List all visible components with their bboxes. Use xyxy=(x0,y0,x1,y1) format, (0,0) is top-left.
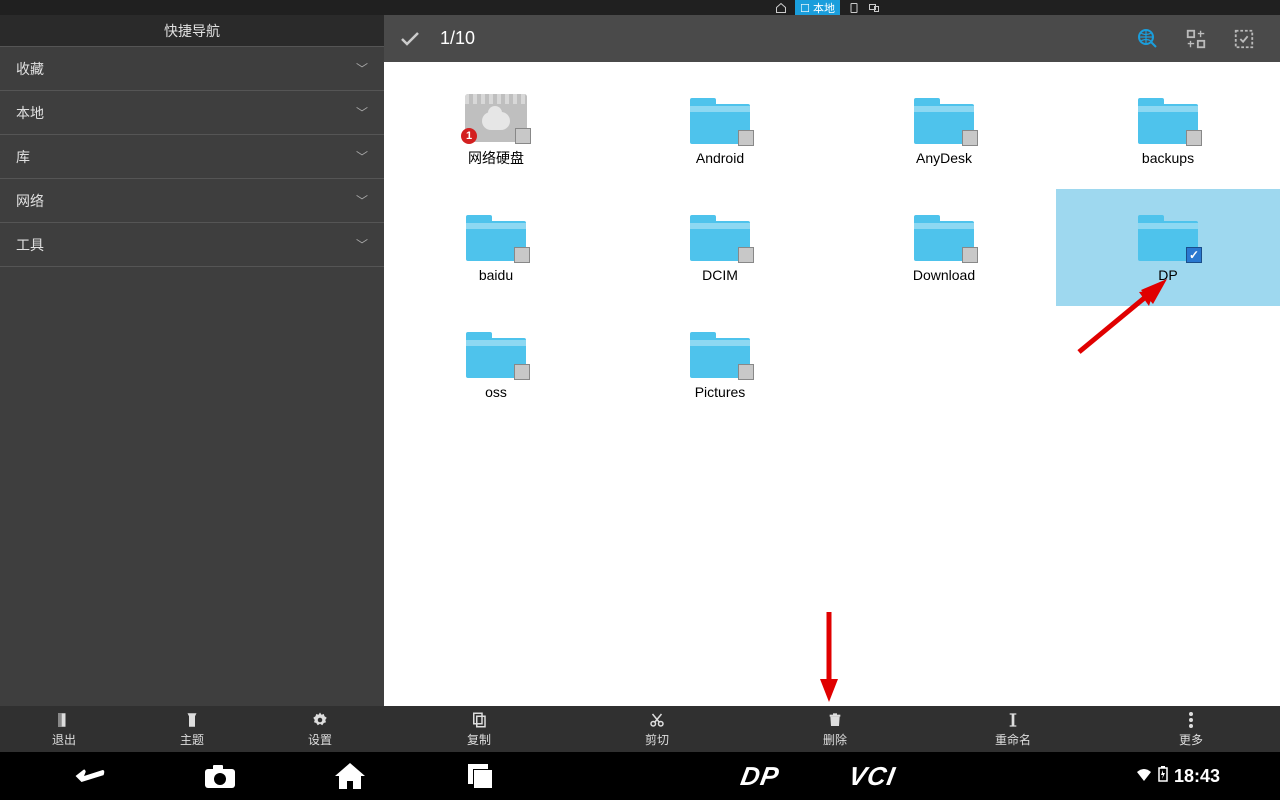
sidebar-item-label: 网络 xyxy=(16,191,44,211)
tool-label: 退出 xyxy=(52,731,76,748)
sidebar-title: 快捷导航 xyxy=(0,15,384,47)
grid-item-label: Pictures xyxy=(695,384,746,400)
tool-more[interactable]: 更多 xyxy=(1102,706,1280,752)
touch-indicator xyxy=(1002,432,1042,472)
nav-recents[interactable] xyxy=(460,756,500,796)
sidebar-item-network[interactable]: 网络 ﹀ xyxy=(0,179,384,223)
grid-item-baidu[interactable]: baidu xyxy=(384,189,608,306)
sidebar: 快捷导航 收藏 ﹀ 本地 ﹀ 库 ﹀ 网络 ﹀ 工具 ﹀ xyxy=(0,15,384,706)
grid-item-label: oss xyxy=(485,384,507,400)
grid-item-label: DCIM xyxy=(702,267,738,283)
folder-icon xyxy=(914,96,974,144)
tool-rename[interactable]: 重命名 xyxy=(924,706,1102,752)
devices-icon xyxy=(868,2,880,14)
exit-icon xyxy=(55,711,73,729)
nav-back[interactable] xyxy=(70,756,110,796)
nav-home[interactable] xyxy=(330,756,370,796)
content-pane: 1/10 xyxy=(384,15,1280,706)
badge-count: 1 xyxy=(461,128,477,144)
grid-item-label: DP xyxy=(1158,267,1177,283)
grid-item-label: AnyDesk xyxy=(916,150,972,166)
grid-item-dcim[interactable]: DCIM xyxy=(608,189,832,306)
file-grid: 1 网络硬盘 Android AnyDesk xyxy=(384,62,1280,433)
sidebar-item-label: 库 xyxy=(16,147,30,167)
home-icon xyxy=(775,2,787,14)
folder-icon xyxy=(690,213,750,261)
sidebar-item-tools[interactable]: 工具 ﹀ xyxy=(0,223,384,267)
grid-item-download[interactable]: Download xyxy=(832,189,1056,306)
top-status-strip: ☐ 本地 xyxy=(0,0,1280,15)
status-time: 18:43 xyxy=(1174,766,1220,787)
folder-icon xyxy=(914,213,974,261)
tool-label: 更多 xyxy=(1179,731,1203,748)
sidebar-item-library[interactable]: 库 ﹀ xyxy=(0,135,384,179)
folder-icon xyxy=(466,330,526,378)
chevron-down-icon: ﹀ xyxy=(356,236,368,253)
sidebar-item-label: 本地 xyxy=(16,103,44,123)
tool-cut[interactable]: 剪切 xyxy=(568,706,746,752)
nav-camera[interactable] xyxy=(200,756,240,796)
tool-label: 复制 xyxy=(467,731,491,748)
theme-icon xyxy=(183,711,201,729)
logo-vci: VCI xyxy=(846,761,898,792)
chevron-down-icon: ﹀ xyxy=(356,60,368,77)
grid-item-android[interactable]: Android xyxy=(608,72,832,189)
trash-icon xyxy=(827,711,843,729)
wifi-icon xyxy=(1136,766,1152,787)
battery-charging-icon xyxy=(1158,766,1168,787)
grid-item-label: Android xyxy=(696,150,744,166)
tool-label: 重命名 xyxy=(995,731,1031,748)
sidebar-item-local[interactable]: 本地 ﹀ xyxy=(0,91,384,135)
select-toggle-button[interactable] xyxy=(1220,19,1268,59)
tool-theme[interactable]: 主题 xyxy=(128,706,256,752)
cut-icon xyxy=(648,711,666,729)
system-navbar: DP VCI 18:43 xyxy=(0,752,1280,800)
tool-label: 剪切 xyxy=(645,731,669,748)
view-mode-button[interactable] xyxy=(1172,19,1220,59)
rename-icon xyxy=(1005,711,1021,729)
tool-settings[interactable]: 设置 xyxy=(256,706,384,752)
copy-icon xyxy=(470,711,488,729)
annotation-arrow-delete xyxy=(814,607,844,706)
grid-item-backups[interactable]: backups xyxy=(1056,72,1280,189)
grid-item-anydesk[interactable]: AnyDesk xyxy=(832,72,1056,189)
tablet-icon xyxy=(848,2,860,14)
select-all-check[interactable] xyxy=(396,25,424,53)
grid-item-label: Download xyxy=(913,267,975,283)
gear-icon xyxy=(311,711,329,729)
netdisk-icon: 1 xyxy=(465,94,527,142)
folder-icon xyxy=(690,96,750,144)
bottom-toolbar: 退出 主题 设置 复制 剪切 删除 xyxy=(0,706,1280,752)
sidebar-item-favorites[interactable]: 收藏 ﹀ xyxy=(0,47,384,91)
grid-item-label: backups xyxy=(1142,150,1194,166)
grid-item-netdisk[interactable]: 1 网络硬盘 xyxy=(384,72,608,189)
folder-icon xyxy=(690,330,750,378)
grid-item-dp[interactable]: ✓ DP xyxy=(1056,189,1280,306)
chevron-down-icon: ﹀ xyxy=(356,148,368,165)
tool-copy[interactable]: 复制 xyxy=(390,706,568,752)
folder-icon: ✓ xyxy=(1138,213,1198,261)
search-globe-button[interactable] xyxy=(1124,19,1172,59)
grid-item-pictures[interactable]: Pictures xyxy=(608,306,832,423)
grid-item-label: baidu xyxy=(479,267,513,283)
folder-icon xyxy=(466,213,526,261)
checked-icon: ✓ xyxy=(1186,247,1202,263)
sidebar-item-label: 工具 xyxy=(16,235,44,255)
folder-icon xyxy=(1138,96,1198,144)
content-header: 1/10 xyxy=(384,15,1280,62)
chevron-down-icon: ﹀ xyxy=(356,192,368,209)
selection-count: 1/10 xyxy=(440,28,475,49)
tool-label: 设置 xyxy=(308,731,332,748)
tool-exit[interactable]: 退出 xyxy=(0,706,128,752)
sidebar-item-label: 收藏 xyxy=(16,59,44,79)
chevron-down-icon: ﹀ xyxy=(356,104,368,121)
tool-label: 删除 xyxy=(823,731,847,748)
tool-delete[interactable]: 删除 xyxy=(746,706,924,752)
grid-item-label: 网络硬盘 xyxy=(468,148,524,168)
logo-dp: DP xyxy=(738,761,782,792)
more-icon xyxy=(1188,711,1194,729)
grid-item-oss[interactable]: oss xyxy=(384,306,608,423)
tool-label: 主题 xyxy=(180,731,204,748)
